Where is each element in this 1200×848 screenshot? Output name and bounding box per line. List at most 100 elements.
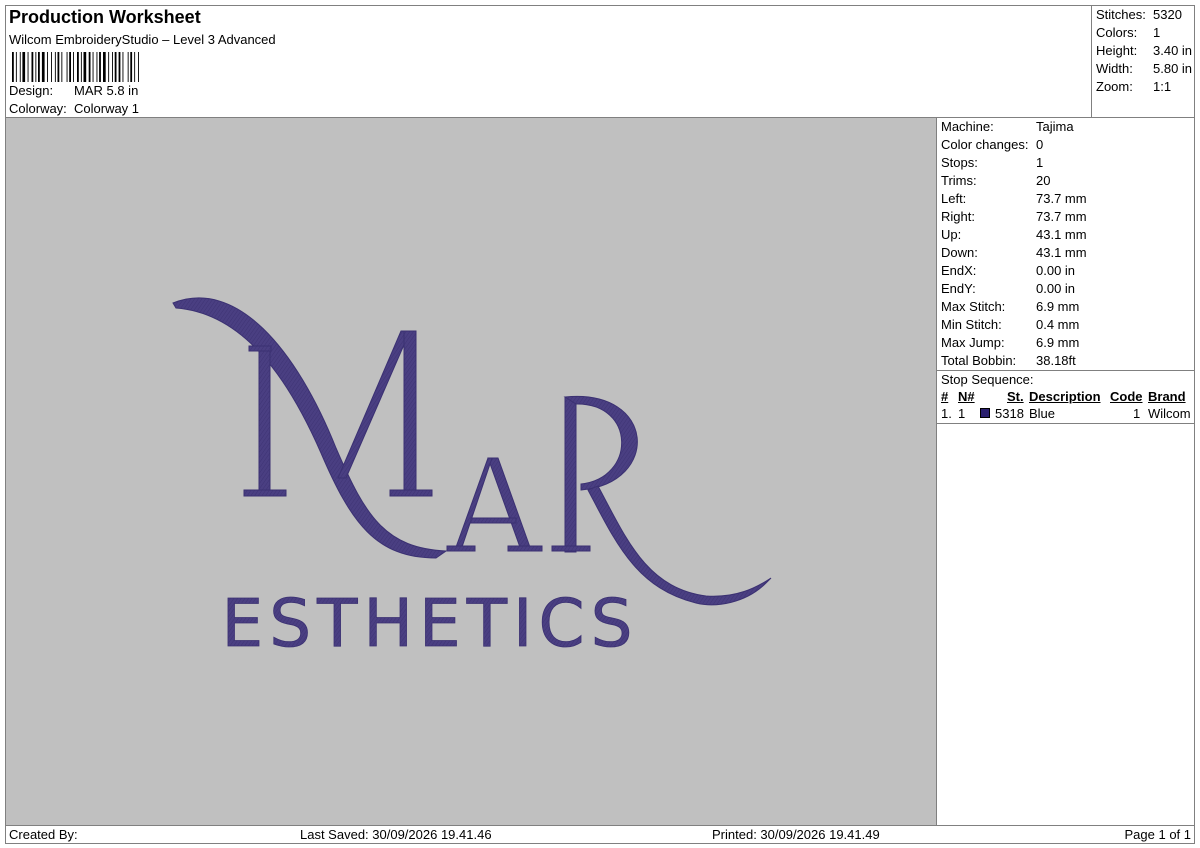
table-header-row: # N# St. Description Code Brand: [937, 389, 1194, 406]
stat-label: Height:: [1096, 43, 1138, 58]
machine-info-row: Max Jump: 6.9 mm: [941, 335, 1079, 350]
info-value: 43.1 mm: [1036, 245, 1087, 260]
page-title: Production Worksheet: [9, 7, 201, 27]
info-value: 1: [1036, 155, 1044, 170]
col-description: Description: [1029, 389, 1101, 404]
machine-info-row: Stops: 1: [941, 155, 1043, 170]
col-brand: Brand: [1148, 389, 1186, 404]
m-diagonal: [337, 330, 411, 479]
stat-value: 1:1: [1153, 79, 1172, 94]
cell-code: 1: [1133, 406, 1141, 421]
stat-label: Zoom:: [1096, 79, 1133, 94]
m-right-stem: [403, 330, 417, 497]
design-row: Design: MAR 5.8 in: [9, 83, 138, 98]
cell-stop: 1.: [941, 406, 952, 421]
stat-label: Width:: [1096, 61, 1133, 76]
r-stem: [564, 396, 577, 553]
info-label: Max Stitch:: [941, 299, 1006, 314]
stat-value: 5320: [1153, 7, 1182, 22]
info-value: 0.00 in: [1036, 263, 1076, 278]
stats-panel: Stitches: 5320 Colors: 1 Height: 3.40 in Wi…: [1091, 5, 1195, 118]
info-label: Max Jump:: [941, 335, 1005, 350]
barcode: [12, 52, 139, 82]
cell-brand: Wilcom: [1148, 406, 1191, 421]
machine-info-row: Min Stitch: 0.4 mm: [941, 317, 1079, 332]
colorway-label: Colorway:: [9, 101, 67, 116]
info-value: 20: [1036, 173, 1051, 188]
stat-value: 3.40 in: [1153, 43, 1193, 58]
divider: [937, 423, 1194, 424]
machine-info-panel: Machine: Tajima Color changes: 0 Stops: 1 Trim…: [936, 117, 1195, 826]
table-row: 1. 1 5318 Blue 1 Wilcom: [937, 406, 1194, 423]
stat-value: 5.80 in: [1153, 61, 1193, 76]
info-label: Total Bobbin:: [941, 353, 1017, 368]
colorway-value: Colorway 1: [74, 101, 140, 116]
cell-description: Blue: [1029, 406, 1056, 421]
tagline-text: ESTHETICS: [222, 585, 639, 662]
cell-st: 5318: [995, 406, 1024, 421]
machine-info-row: EndY: 0.00 in: [941, 281, 1075, 296]
page-number: Page 1 of 1: [1124, 827, 1192, 842]
info-value: 6.9 mm: [1036, 335, 1080, 350]
machine-info-row: Down: 43.1 mm: [941, 245, 1087, 260]
info-value: 0.4 mm: [1036, 317, 1080, 332]
footer: Created By: Last Saved: 30/09/2026 19.41…: [5, 825, 1195, 844]
info-value: 0: [1036, 137, 1044, 152]
col-needle: N#: [958, 389, 975, 404]
info-label: Stops:: [941, 155, 978, 170]
machine-info-row: Total Bobbin: 38.18ft: [941, 353, 1076, 368]
software-name: Wilcom EmbroideryStudio – Level 3 Advanc…: [9, 32, 276, 47]
info-label: Down:: [941, 245, 978, 260]
info-label: Machine:: [941, 119, 994, 134]
design-value: MAR 5.8 in: [74, 83, 139, 98]
info-value: 73.7 mm: [1036, 191, 1087, 206]
info-label: Up:: [941, 227, 962, 242]
stop-sequence-table: # N# St. Description Code Brand 1. 1 531…: [937, 389, 1194, 423]
machine-info-row: Left: 73.7 mm: [941, 191, 1087, 206]
col-stop: #: [941, 389, 949, 404]
stat-colors: Colors: 1: [1096, 25, 1160, 40]
info-value: 6.9 mm: [1036, 299, 1080, 314]
stat-zoom: Zoom: 1:1: [1096, 79, 1171, 94]
machine-info-row: Max Stitch: 6.9 mm: [941, 299, 1079, 314]
stat-stitches: Stitches: 5320: [1096, 7, 1182, 22]
stat-label: Stitches:: [1096, 7, 1146, 22]
info-label: Right:: [941, 209, 975, 224]
printed-date: Printed: 30/09/2026 19.41.49: [712, 827, 880, 842]
info-label: Min Stitch:: [941, 317, 1002, 332]
a-letter: [487, 457, 532, 551]
machine-info-row: Machine: Tajima: [941, 119, 1074, 134]
machine-info-row: Up: 43.1 mm: [941, 227, 1087, 242]
cell-needle: 1: [958, 406, 966, 421]
m-left-stem: [258, 347, 271, 497]
machine-info-row: Right: 73.7 mm: [941, 209, 1087, 224]
machine-info-row: EndX: 0.00 in: [941, 263, 1075, 278]
stop-sequence-label: Stop Sequence:: [941, 372, 1034, 387]
info-value: Tajima: [1036, 119, 1074, 134]
divider: [937, 370, 1194, 371]
design-preview: ESTHETICS: [5, 117, 937, 826]
machine-info-row: Color changes: 0: [941, 137, 1043, 152]
col-code: Code: [1110, 389, 1143, 404]
created-by: Created By:: [9, 827, 78, 842]
col-st: St.: [1007, 389, 1024, 404]
info-label: EndY:: [941, 281, 976, 296]
colorway-row: Colorway: Colorway 1: [9, 101, 139, 116]
stat-height: Height: 3.40 in: [1096, 43, 1192, 58]
info-label: EndX:: [941, 263, 977, 278]
info-label: Left:: [941, 191, 967, 206]
last-saved: Last Saved: 30/09/2026 19.41.46: [300, 827, 492, 842]
info-value: 43.1 mm: [1036, 227, 1087, 242]
design-label: Design:: [9, 83, 54, 98]
header-panel: Production Worksheet Wilcom EmbroiderySt…: [5, 5, 1092, 118]
info-value: 0.00 in: [1036, 281, 1076, 296]
embroidery-logo: ESTHETICS: [172, 297, 772, 662]
info-value: 73.7 mm: [1036, 209, 1087, 224]
info-label: Trims:: [941, 173, 977, 188]
info-label: Color changes:: [941, 137, 1029, 152]
machine-info-row: Trims: 20: [941, 173, 1050, 188]
info-value: 38.18ft: [1036, 353, 1076, 368]
stat-width: Width: 5.80 in: [1096, 61, 1192, 76]
stat-label: Colors:: [1096, 25, 1138, 40]
color-swatch: [980, 408, 990, 418]
